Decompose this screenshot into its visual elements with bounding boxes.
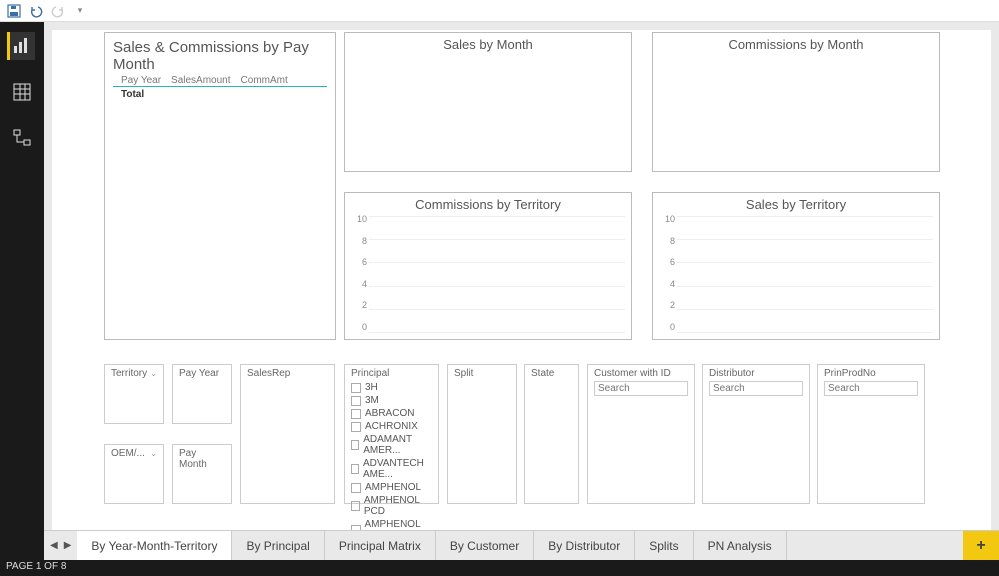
checkbox-icon[interactable] [351,383,361,393]
col-header: Pay Year [121,75,161,86]
tab-prev-icon[interactable]: ◀ [48,540,60,551]
col-header: SalesAmount [171,75,230,86]
total-label: Total [121,89,144,100]
report-canvas-area: Sales & Commissions by Pay Month Pay Yea… [44,22,999,560]
chevron-down-icon[interactable]: ⌄ [150,449,157,458]
list-item[interactable]: AMPHENOL [351,481,432,494]
slicer-pay-year[interactable]: Pay Year [172,364,232,424]
undo-icon[interactable] [28,3,44,19]
checkbox-icon[interactable] [351,440,359,450]
slicer-customer[interactable]: Customer with ID [587,364,695,504]
slicer-label: Customer with ID [594,368,688,379]
visual-title: Sales by Territory [653,193,939,214]
slicer-label: Territory [111,368,147,379]
tab-next-icon[interactable]: ▶ [62,540,74,551]
slicer-principal[interactable]: Principal 3H 3M ABRACON ACHRONIX ADAMANT… [344,364,439,504]
slicer-label: Split [454,368,473,379]
checkbox-icon[interactable] [351,501,360,511]
list-item[interactable]: ADAMANT AMER... [351,433,432,457]
col-header: CommAmt [241,75,288,86]
slicer-label: Pay Year [179,368,219,379]
tab-principal-matrix[interactable]: Principal Matrix [325,531,436,560]
slicer-prinprodno[interactable]: PrinProdNo [817,364,925,504]
y-axis: 10 8 6 4 2 0 [655,214,675,332]
y-axis: 10 8 6 4 2 0 [347,214,367,332]
visual-title: Commissions by Month [653,33,939,54]
slicer-label: SalesRep [247,368,290,379]
slicer-oem[interactable]: OEM/... ⌄ [104,444,164,504]
tab-pn-analysis[interactable]: PN Analysis [694,531,787,560]
quick-access-toolbar: ▾ [0,0,999,22]
slicer-distributor[interactable]: Distributor [702,364,810,504]
data-view-button[interactable] [8,78,36,106]
slicer-split[interactable]: Split [447,364,517,504]
qat-dropdown-icon[interactable]: ▾ [72,3,88,19]
slicer-label: Principal [351,368,389,379]
checkbox-icon[interactable] [351,396,361,406]
list-item[interactable]: 3M [351,394,432,407]
tab-by-principal[interactable]: By Principal [232,531,324,560]
search-input[interactable] [594,381,688,396]
save-icon[interactable] [6,3,22,19]
model-view-button[interactable] [8,124,36,152]
list-item[interactable]: ABRACON [351,407,432,420]
report-view-button[interactable] [7,32,35,60]
chevron-down-icon[interactable]: ⌄ [150,369,157,378]
slicer-label: OEM/... [111,448,145,459]
chart-body: 10 8 6 4 2 0 [653,214,939,336]
list-item[interactable]: ADVANTECH AME... [351,457,432,481]
checkbox-icon[interactable] [351,422,361,432]
visual-sales-commissions-table[interactable]: Sales & Commissions by Pay Month Pay Yea… [104,32,336,340]
chart-body: 10 8 6 4 2 0 [345,214,631,336]
visual-title: Commissions by Territory [345,193,631,214]
gridlines [677,216,933,332]
slicer-salesrep[interactable]: SalesRep [240,364,335,504]
slicer-label: Distributor [709,368,803,379]
slicer-label: PrinProdNo [824,368,918,379]
slicer-label: Pay Month [179,448,225,470]
list-item[interactable]: 3H [351,381,432,394]
status-bar: PAGE 1 OF 8 [0,560,999,576]
report-canvas[interactable]: Sales & Commissions by Pay Month Pay Yea… [52,30,991,560]
checkbox-icon[interactable] [351,409,361,419]
slicer-label: State [531,368,554,379]
view-sidebar [0,22,44,560]
tab-by-customer[interactable]: By Customer [436,531,534,560]
page-indicator: PAGE 1 OF 8 [6,561,66,572]
tab-nav: ◀ ▶ [44,531,77,560]
visual-title: Sales by Month [345,33,631,54]
tab-year-month-territory[interactable]: By Year-Month-Territory [77,531,232,560]
page-tabs: ◀ ▶ By Year-Month-Territory By Principal… [44,530,999,560]
table-total-row: Total [113,87,327,102]
table-header: Pay Year SalesAmount CommAmt [113,75,327,87]
list-item[interactable]: AMPHENOL PCD [351,494,432,518]
visual-commissions-by-territory[interactable]: Commissions by Territory 10 8 6 4 2 0 [344,192,632,340]
visual-sales-by-territory[interactable]: Sales by Territory 10 8 6 4 2 0 [652,192,940,340]
slicer-territory[interactable]: Territory⌄ [104,364,164,424]
slicer-pay-month[interactable]: Pay Month [172,444,232,504]
checkbox-icon[interactable] [351,483,361,493]
add-page-button[interactable]: + [963,531,999,560]
list-item[interactable]: ACHRONIX [351,420,432,433]
gridlines [369,216,625,332]
redo-icon[interactable] [50,3,66,19]
visual-sales-by-month[interactable]: Sales by Month [344,32,632,172]
tab-by-distributor[interactable]: By Distributor [534,531,635,560]
checkbox-icon[interactable] [351,464,359,474]
visual-title: Sales & Commissions by Pay Month [105,33,335,75]
search-input[interactable] [824,381,918,396]
slicer-state[interactable]: State [524,364,579,504]
visual-commissions-by-month[interactable]: Commissions by Month [652,32,940,172]
search-input[interactable] [709,381,803,396]
tab-splits[interactable]: Splits [635,531,693,560]
